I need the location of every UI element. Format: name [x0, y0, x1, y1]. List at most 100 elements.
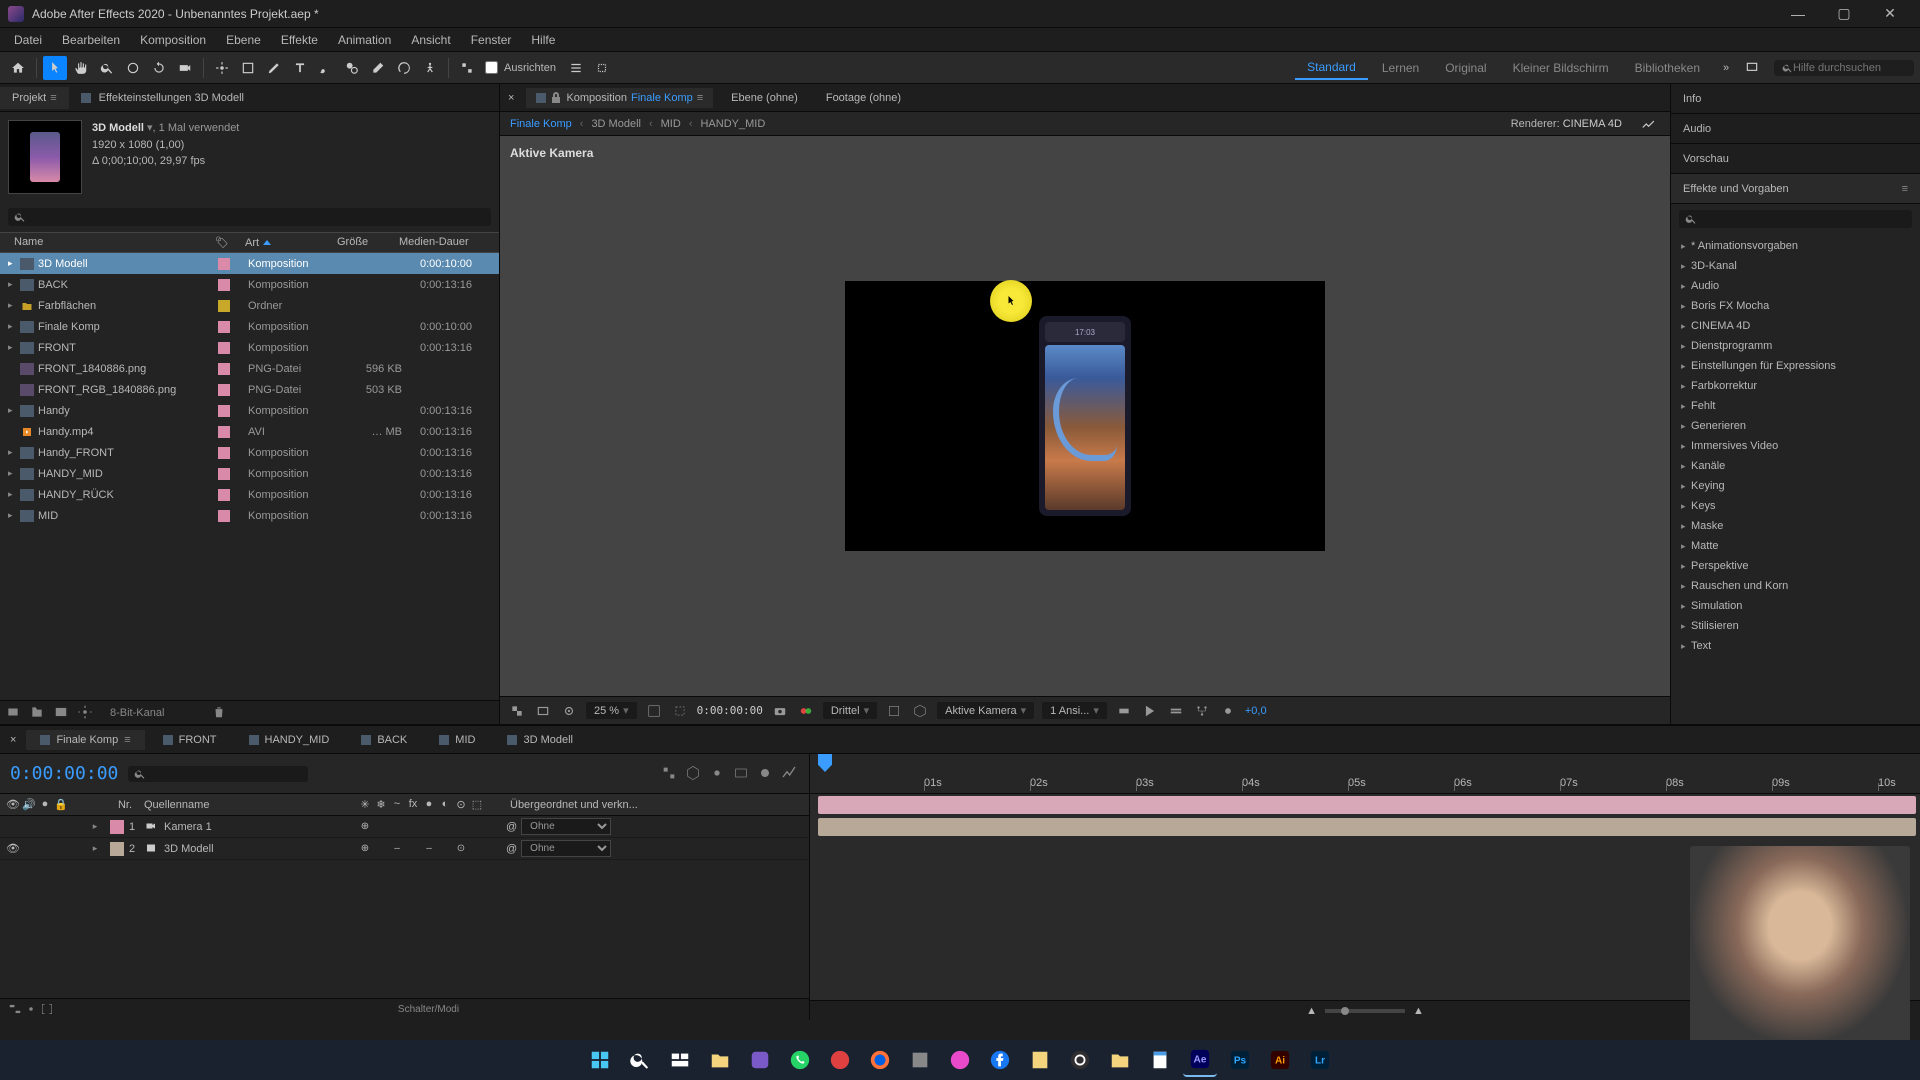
eye-toggle[interactable]: 👁 — [6, 842, 20, 856]
timeline-tab-close[interactable]: × — [4, 730, 22, 750]
workspace-overflow[interactable]: » — [1714, 56, 1738, 80]
timeline-timecode[interactable]: 0:00:00:00 — [10, 763, 118, 784]
menu-hilfe[interactable]: Hilfe — [521, 30, 565, 50]
project-item[interactable]: FRONT_1840886.pngPNG-Datei596 KB — [0, 358, 499, 379]
help-search[interactable] — [1774, 60, 1914, 76]
timeline-tab[interactable]: MID — [425, 730, 489, 750]
audio-panel-tab[interactable]: Audio — [1671, 114, 1920, 144]
playhead[interactable] — [818, 754, 832, 772]
shy-button[interactable] — [709, 765, 727, 783]
menu-ansicht[interactable]: Ansicht — [401, 30, 460, 50]
effect-category[interactable]: ▸Immersives Video — [1671, 436, 1920, 456]
breadcrumb-0[interactable]: Finale Komp — [510, 118, 572, 130]
home-button[interactable] — [6, 56, 30, 80]
effect-category[interactable]: ▸Dienstprogramm — [1671, 336, 1920, 356]
draft-3d-button[interactable] — [685, 765, 703, 783]
effect-category[interactable]: ▸Keying — [1671, 476, 1920, 496]
align-checkbox[interactable] — [485, 61, 498, 74]
hand-tool[interactable] — [69, 56, 93, 80]
camera-dropdown[interactable]: Aktive Kamera ▾ — [937, 702, 1034, 719]
zoom-dropdown[interactable]: 25 % ▾ — [586, 702, 637, 719]
rect-tool[interactable] — [236, 56, 260, 80]
taskbar-after-effects[interactable]: Ae — [1183, 1043, 1217, 1077]
snap-edges[interactable] — [590, 56, 614, 80]
timeline-layer[interactable]: 👁▸23D Modell⊕––⊙@Ohne — [0, 838, 809, 860]
preview-panel-tab[interactable]: Vorschau — [1671, 144, 1920, 174]
menu-ebene[interactable]: Ebene — [216, 30, 271, 50]
breadcrumb-1[interactable]: 3D Modell — [591, 118, 641, 130]
taskbar-explorer[interactable] — [703, 1043, 737, 1077]
project-item[interactable]: ▸HANDY_MIDKomposition0:00:13:16 — [0, 463, 499, 484]
clone-tool[interactable] — [340, 56, 364, 80]
timeline-tab[interactable]: 3D Modell — [493, 730, 587, 750]
taskbar-notes[interactable] — [1023, 1043, 1057, 1077]
menu-bearbeiten[interactable]: Bearbeiten — [52, 30, 130, 50]
timeline-ruler[interactable]: 01s02s03s04s05s06s07s08s09s10s — [810, 754, 1920, 794]
roto-tool[interactable] — [392, 56, 416, 80]
resolution-dropdown[interactable]: Drittel ▾ — [823, 702, 877, 719]
layer-bar-comp[interactable] — [818, 818, 1916, 836]
minimize-button[interactable]: ― — [1776, 0, 1820, 28]
timeline-footer-label[interactable]: Schalter/Modi — [398, 1004, 459, 1015]
timeline-tab[interactable]: Finale Komp≡ — [26, 730, 144, 750]
effect-category[interactable]: ▸Fehlt — [1671, 396, 1920, 416]
toggle-switches-button[interactable] — [8, 1002, 24, 1018]
effect-category[interactable]: ▸Maske — [1671, 516, 1920, 536]
zoom-in-icon[interactable]: ▲ — [1413, 1005, 1424, 1017]
layer-tab[interactable]: Ebene (ohne) — [721, 88, 808, 108]
snap-toggle[interactable] — [455, 56, 479, 80]
taskbar-app-purple[interactable] — [743, 1043, 777, 1077]
selection-tool[interactable] — [43, 56, 67, 80]
brackets-button[interactable] — [40, 1002, 56, 1018]
text-tool[interactable] — [288, 56, 312, 80]
pen-tool[interactable] — [262, 56, 286, 80]
project-item[interactable]: ▸FarbflächenOrdner — [0, 295, 499, 316]
workspace-kleiner[interactable]: Kleiner Bildschirm — [1501, 57, 1621, 79]
transparent-grid-button[interactable] — [885, 702, 903, 720]
taskbar-whatsapp[interactable] — [783, 1043, 817, 1077]
rotate-tool[interactable] — [147, 56, 171, 80]
effect-category[interactable]: ▸Simulation — [1671, 596, 1920, 616]
interpret-footage-button[interactable] — [6, 705, 22, 721]
channel-button[interactable] — [534, 702, 552, 720]
menu-komposition[interactable]: Komposition — [130, 30, 216, 50]
effect-category[interactable]: ▸CINEMA 4D — [1671, 316, 1920, 336]
menu-effekte[interactable]: Effekte — [271, 30, 328, 50]
effect-category[interactable]: ▸Perspektive — [1671, 556, 1920, 576]
pixel-aspect-button[interactable] — [1115, 702, 1133, 720]
project-item[interactable]: FRONT_RGB_1840886.pngPNG-Datei503 KB — [0, 379, 499, 400]
taskbar-start[interactable] — [583, 1043, 617, 1077]
eye-toggle[interactable] — [6, 820, 20, 834]
effect-category[interactable]: ▸Stilisieren — [1671, 616, 1920, 636]
taskbar-lightroom[interactable]: Lr — [1303, 1043, 1337, 1077]
project-item[interactable]: ▸3D ModellKomposition0:00:10:00 — [0, 253, 499, 274]
new-comp-button[interactable] — [54, 705, 70, 721]
chevron-right-icon[interactable]: ▸ — [93, 843, 98, 854]
effects-list[interactable]: ▸* Animationsvorgaben▸3D-Kanal▸Audio▸Bor… — [1671, 234, 1920, 724]
brush-tool[interactable] — [314, 56, 338, 80]
delete-button[interactable] — [212, 705, 228, 721]
breadcrumb-3[interactable]: HANDY_MID — [700, 118, 765, 130]
composition-viewer[interactable]: Aktive Kamera 17:03 — [500, 136, 1670, 696]
effect-controls-tab[interactable]: Effekteinstellungen 3D Modell — [69, 87, 256, 109]
exposure-reset-button[interactable] — [1219, 702, 1237, 720]
close-button[interactable]: ✕ — [1868, 0, 1912, 28]
breadcrumb-2[interactable]: MID — [661, 118, 681, 130]
project-item[interactable]: ▸Handy_FRONTKomposition0:00:13:16 — [0, 442, 499, 463]
pickwhip-icon[interactable]: @ — [506, 821, 517, 833]
timeline-button[interactable] — [1167, 702, 1185, 720]
3d-view-button[interactable] — [911, 702, 929, 720]
effects-search[interactable] — [1679, 210, 1912, 228]
info-panel-tab[interactable]: Info — [1671, 84, 1920, 114]
effect-category[interactable]: ▸* Animationsvorgaben — [1671, 236, 1920, 256]
workspace-search-icon[interactable] — [1740, 56, 1764, 80]
maximize-button[interactable]: ▢ — [1822, 0, 1866, 28]
taskbar-search[interactable] — [623, 1043, 657, 1077]
puppet-tool[interactable] — [418, 56, 442, 80]
taskbar-messenger[interactable] — [943, 1043, 977, 1077]
effect-category[interactable]: ▸Text — [1671, 636, 1920, 656]
fast-preview-button[interactable] — [1141, 702, 1159, 720]
project-item[interactable]: ▸HANDY_RÜCKKomposition0:00:13:16 — [0, 484, 499, 505]
effect-category[interactable]: ▸Keys — [1671, 496, 1920, 516]
expand-button[interactable] — [24, 1002, 40, 1018]
